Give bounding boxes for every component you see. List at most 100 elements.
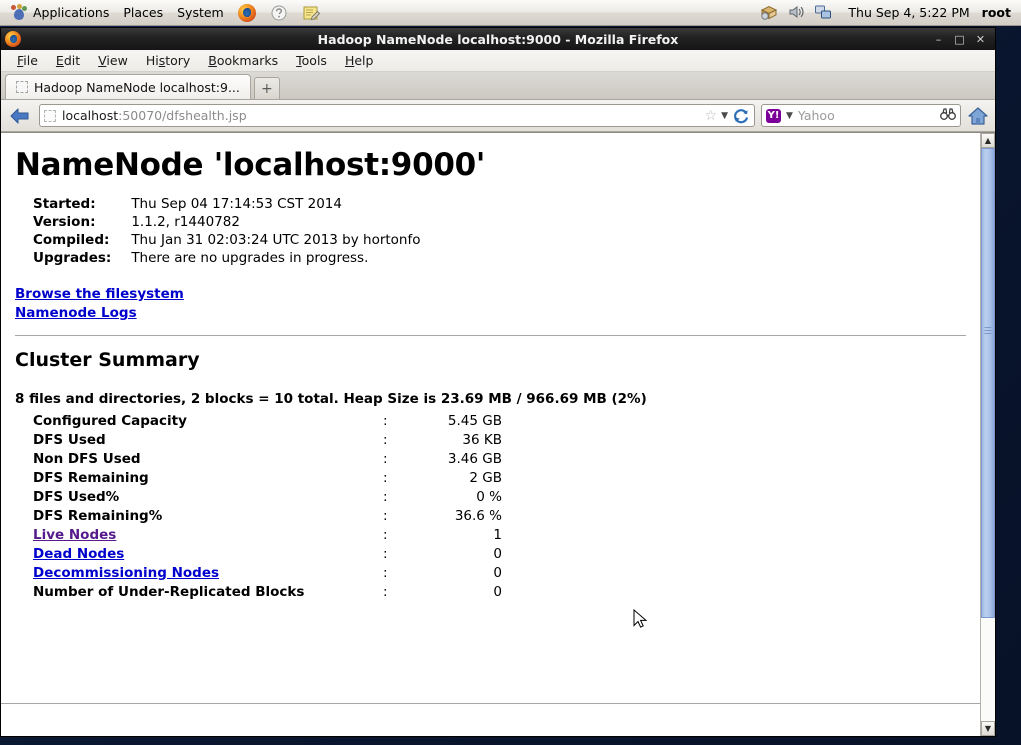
dead-nodes-link[interactable]: Dead Nodes [33,546,124,562]
table-row: Non DFS Used : 3.46 GB [33,449,502,468]
chevron-down-icon[interactable]: ▼ [721,111,728,121]
panel-user[interactable]: root [982,5,1021,20]
star-icon[interactable]: ☆ [705,108,718,124]
reload-icon[interactable] [732,107,750,125]
compiled-value: Thu Jan 31 02:03:24 UTC 2013 by hortonfo [131,232,421,248]
table-row: Live Nodes : 1 [33,525,502,544]
stat-label-non-dfs-used: Non DFS Used [33,450,141,467]
menu-edit[interactable]: Edit [48,51,88,70]
back-arrow-icon [10,108,29,123]
url-text: localhost:50070/dfshealth.jsp [62,108,699,123]
tab-label: Hadoop NameNode localhost:9... [34,79,240,95]
search-engine-chevron-down-icon[interactable]: ▼ [786,111,793,121]
back-button[interactable] [7,104,33,128]
stat-label-dfs-remaining: DFS Remaining [33,469,149,486]
menu-bookmarks[interactable]: Bookmarks [200,51,286,70]
binoculars-icon[interactable] [940,107,956,124]
url-favicon-placeholder-icon [44,109,56,122]
scroll-down-button[interactable]: ▼ [981,721,995,736]
launcher-text-editor[interactable] [295,2,327,24]
menu-bar: File Edit View History Bookmarks Tools H… [1,50,995,72]
scroll-up-button[interactable]: ▲ [981,133,995,148]
panel-menu-system[interactable]: System [170,2,231,24]
panel-menu-applications-label: Applications [33,5,110,20]
panel-tray [760,3,844,23]
tab-hadoop-namenode[interactable]: Hadoop NameNode localhost:9... [5,74,251,99]
upgrades-value: There are no upgrades in progress. [131,250,369,266]
search-input[interactable]: Yahoo [798,108,935,123]
panel-menu-applications[interactable]: Applications [0,2,116,24]
url-bar-actions: ☆ ▼ [705,107,750,125]
stat-value-decommissioning-nodes: 0 [493,564,502,581]
yahoo-logo-icon: Y! [766,108,781,123]
home-button[interactable] [967,105,989,127]
package-update-icon[interactable] [760,3,780,23]
stat-label-under-replicated-blocks: Number of Under-Replicated Blocks [33,583,305,600]
home-icon [968,106,988,125]
panel-menu-system-label: System [177,5,224,20]
stat-label-live-nodes: Live Nodes [33,525,383,544]
url-bar[interactable]: localhost:50070/dfshealth.jsp ☆ ▼ [39,104,755,127]
table-row: DFS Used : 36 KB [33,430,502,449]
panel-clock[interactable]: Thu Sep 4, 5:22 PM [844,5,981,20]
table-row: Decommissioning Nodes : 0 [33,563,502,582]
network-icon[interactable] [814,3,834,23]
heap-summary-line: 8 files and directories, 2 blocks = 10 t… [15,391,647,407]
menu-view-post: iew [106,53,128,68]
firefox-window: Hadoop NameNode localhost:9000 - Mozilla… [0,27,996,737]
scrollbar-thumb[interactable] [981,148,995,618]
table-row: Configured Capacity : 5.45 GB [33,411,502,430]
browser-content-area: NameNode 'localhost:9000' Started: Thu S… [1,132,995,736]
stat-colon: : [383,526,388,543]
firefox-icon [237,3,256,22]
launcher-help[interactable] [263,2,295,24]
decommissioning-nodes-link[interactable]: Decommissioning Nodes [33,565,219,581]
table-row: DFS Remaining% : 36.6 % [33,506,502,525]
panel-menu-places[interactable]: Places [116,2,170,24]
table-row: Version: 1.1.2, r1440782 [33,213,421,231]
window-titlebar[interactable]: Hadoop NameNode localhost:9000 - Mozilla… [1,28,995,50]
page-vertical-scrollbar[interactable]: ▲ ▼ [980,133,995,736]
stat-label-decommissioning-nodes: Decommissioning Nodes [33,563,383,582]
menu-file[interactable]: File [9,51,46,70]
stat-label-dfs-remaining-pct: DFS Remaining% [33,507,163,524]
maximize-button[interactable]: □ [953,33,966,46]
browse-filesystem-link[interactable]: Browse the filesystem [15,285,184,304]
live-nodes-link[interactable]: Live Nodes [33,527,116,543]
menu-help[interactable]: Help [337,51,382,70]
menu-tools[interactable]: Tools [288,51,335,70]
new-tab-button[interactable]: + [253,77,280,99]
minimize-button[interactable]: – [932,33,945,46]
stat-label-dfs-used: DFS Used [33,431,106,448]
stat-value-dfs-used-pct: 0 % [476,488,502,505]
triangle-up-icon: ▲ [984,136,992,145]
divider-bottom [1,703,980,705]
launcher-firefox[interactable] [231,2,263,24]
search-bar[interactable]: Y! ▼ Yahoo [761,104,961,127]
table-row: Number of Under-Replicated Blocks : 0 [33,582,502,601]
page-title: NameNode 'localhost:9000' [15,147,486,183]
menu-edit-accel: E [55,53,64,68]
menu-bookmarks-accel: B [208,53,217,68]
stat-value-non-dfs-used: 3.46 GB [447,450,502,467]
firefox-icon [5,31,21,47]
menu-history[interactable]: History [138,51,198,70]
stat-colon: : [383,412,388,429]
stat-value-under-replicated-blocks: 0 [493,583,502,600]
volume-icon[interactable] [787,3,807,23]
stat-label-dfs-used-pct: DFS Used% [33,488,120,505]
scrollbar-track[interactable] [981,148,995,721]
menu-view[interactable]: View [90,51,136,70]
menu-file-post: ile [23,53,38,68]
divider-top [15,335,966,337]
navigation-links: Browse the filesystem Namenode Logs [15,285,966,323]
compiled-label: Compiled: [33,232,110,248]
stat-colon: : [383,564,388,581]
url-path: :50070/dfshealth.jsp [118,108,247,123]
dfshealth-page: NameNode 'localhost:9000' Started: Thu S… [1,133,980,736]
namenode-logs-link[interactable]: Namenode Logs [15,304,137,323]
table-row: DFS Used% : 0 % [33,487,502,506]
stat-colon: : [383,507,388,524]
url-host: localhost [62,108,119,123]
close-button[interactable]: ✕ [974,33,987,46]
